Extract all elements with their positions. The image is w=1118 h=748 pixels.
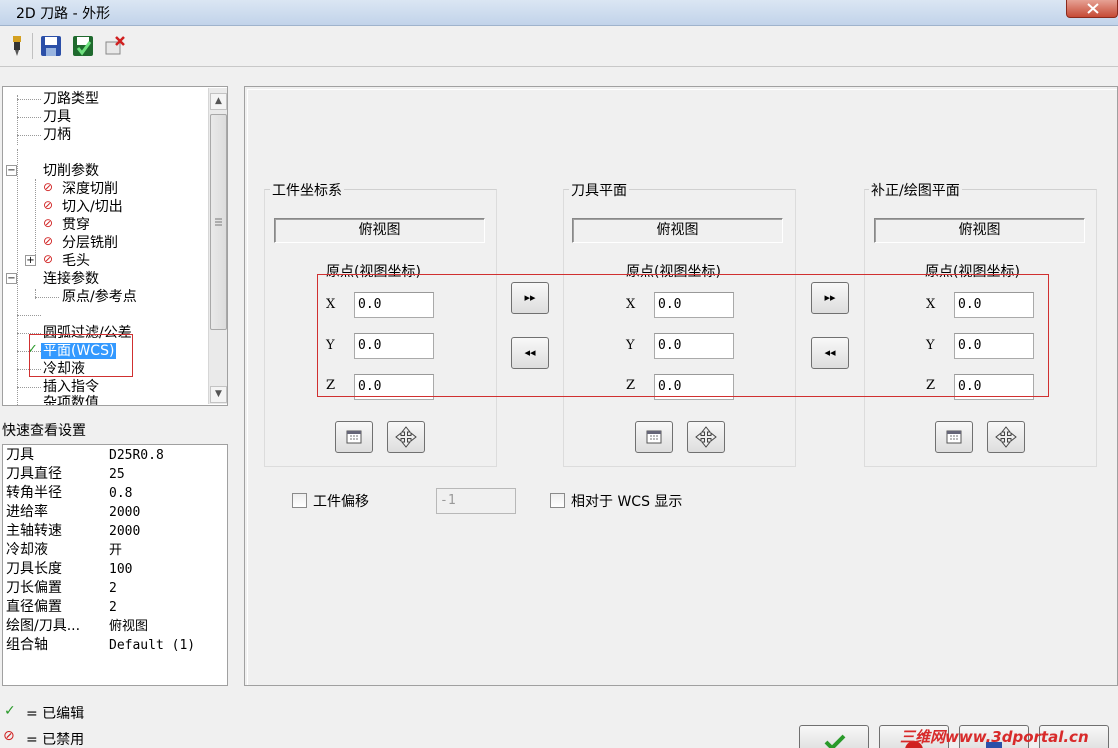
tree-item-lead-in-out[interactable]: 切入/切出 (62, 198, 123, 216)
qv-key: 冷却液 (6, 542, 48, 558)
tree-item-holder[interactable]: 刀柄 (43, 126, 71, 144)
quick-view-title: 快速查看设置 (2, 423, 86, 439)
checkmark-icon (824, 734, 846, 748)
scroll-up-arrow-icon[interactable]: ▲ (210, 93, 227, 110)
tree-item-linking-parameters[interactable]: 连接参数 (43, 270, 99, 288)
annotation-box (317, 274, 1049, 397)
scroll-down-arrow-icon[interactable]: ▼ (210, 386, 227, 403)
qv-value: 0.8 (109, 486, 133, 501)
collapse-icon[interactable]: − (6, 165, 17, 176)
table-icon (646, 430, 662, 444)
tool-plane-view-name: 俯视图 (572, 218, 783, 243)
tree-item-cut-parameters[interactable]: 切削参数 (43, 162, 99, 180)
work-offset-checkbox[interactable] (292, 493, 307, 508)
parameter-tree[interactable]: 刀路类型 刀具 刀柄 − 切削参数 ⊘ 深度切削 ⊘ 切入/切出 ⊘ 贯穿 ⊘ … (2, 86, 228, 406)
table-icon (346, 430, 362, 444)
quick-view-panel: 刀具 D25R0.8 刀具直径 25 转角半径 0.8 进给率 2000 主轴转速 200… (2, 444, 228, 686)
edited-legend-label: = 已编辑 (26, 706, 85, 722)
tree-item-multi-passes[interactable]: 分层铣削 (62, 234, 118, 252)
qv-value: 开 (109, 543, 123, 558)
comp-plane-group-title: 补正/绘图平面 (869, 180, 962, 200)
wcs-group-title: 工件坐标系 (270, 180, 344, 200)
scroll-thumb[interactable] (210, 114, 227, 330)
qv-key: 主轴转速 (6, 523, 62, 539)
qv-key: 组合轴 (6, 637, 48, 653)
tool-plane-group-title: 刀具平面 (569, 180, 629, 200)
disabled-icon: ⊘ (43, 234, 54, 248)
qv-value: Default (1) (109, 638, 196, 653)
disabled-legend-icon: ⊘ (3, 728, 15, 744)
relative-wcs-label: 相对于 WCS 显示 (571, 494, 683, 510)
qv-value: 25 (109, 467, 125, 482)
disabled-icon: ⊘ (43, 252, 54, 266)
tree-item-depth-cuts[interactable]: 深度切削 (62, 180, 118, 198)
toolbar (0, 27, 1118, 67)
close-icon (1087, 3, 1099, 14)
annotation-box (29, 334, 133, 377)
move-arrows-icon (395, 426, 417, 448)
save-icon[interactable] (40, 34, 62, 58)
tree-item-toolpath-type[interactable]: 刀路类型 (43, 90, 99, 108)
table-icon (946, 430, 962, 444)
qv-key: 刀具 (6, 447, 34, 463)
tree-item-tool[interactable]: 刀具 (43, 108, 71, 126)
comp-plane-select-button[interactable] (935, 421, 973, 453)
close-button[interactable] (1066, 0, 1118, 18)
work-offset-label: 工件偏移 (313, 494, 369, 510)
disabled-icon: ⊘ (43, 198, 54, 212)
expand-icon[interactable]: + (25, 255, 36, 266)
title-bar: 2D 刀路 - 外形 (0, 0, 1118, 26)
qv-value: 2000 (109, 524, 141, 539)
qv-key: 绘图/刀具... (6, 618, 81, 634)
tree-scrollbar[interactable]: ▲ ▼ (208, 88, 227, 404)
edited-legend-icon: ✓ (4, 703, 16, 719)
comp-plane-view-name: 俯视图 (874, 218, 1085, 243)
qv-key: 直径偏置 (6, 599, 62, 615)
qv-key: 进给率 (6, 504, 48, 520)
wcs-dynamic-plane-button[interactable] (387, 421, 425, 453)
watermark: 三维网www.3dportal.cn (900, 728, 1089, 746)
tool-plane-select-button[interactable] (635, 421, 673, 453)
toolbar-separator (32, 33, 33, 59)
qv-value: 100 (109, 562, 133, 577)
tree-item-home-ref-points[interactable]: 原点/参考点 (62, 288, 137, 306)
move-arrows-icon (995, 426, 1017, 448)
comp-plane-dynamic-button[interactable] (987, 421, 1025, 453)
disabled-icon: ⊘ (43, 216, 54, 230)
tree-item-break-through[interactable]: 贯穿 (62, 216, 90, 234)
tool-icon[interactable] (6, 34, 28, 58)
qv-value: 2 (109, 581, 117, 596)
tree-item-tabs[interactable]: 毛头 (62, 252, 90, 270)
wcs-view-name: 俯视图 (274, 218, 485, 243)
wcs-select-plane-button[interactable] (335, 421, 373, 453)
qv-key: 刀具直径 (6, 466, 62, 482)
disabled-icon: ⊘ (43, 180, 54, 194)
tree-item-misc-values[interactable]: 杂项数值 (43, 394, 99, 405)
work-offset-input[interactable]: -1 (436, 488, 516, 514)
qv-value: 俯视图 (109, 619, 149, 634)
tool-plane-dynamic-button[interactable] (687, 421, 725, 453)
ok-button[interactable] (799, 725, 869, 748)
qv-key: 刀具长度 (6, 561, 62, 577)
disabled-legend-label: = 已禁用 (26, 732, 85, 748)
collapse-icon[interactable]: − (6, 273, 17, 284)
window-title: 2D 刀路 - 外形 (16, 6, 111, 22)
qv-value: 2 (109, 600, 117, 615)
qv-key: 刀长偏置 (6, 580, 62, 596)
save-as-icon[interactable] (72, 34, 94, 58)
relative-wcs-checkbox[interactable] (550, 493, 565, 508)
delete-icon[interactable] (104, 34, 126, 58)
qv-value: 2000 (109, 505, 141, 520)
move-arrows-icon (695, 426, 717, 448)
qv-value: D25R0.8 (109, 448, 164, 463)
qv-key: 转角半径 (6, 485, 62, 501)
